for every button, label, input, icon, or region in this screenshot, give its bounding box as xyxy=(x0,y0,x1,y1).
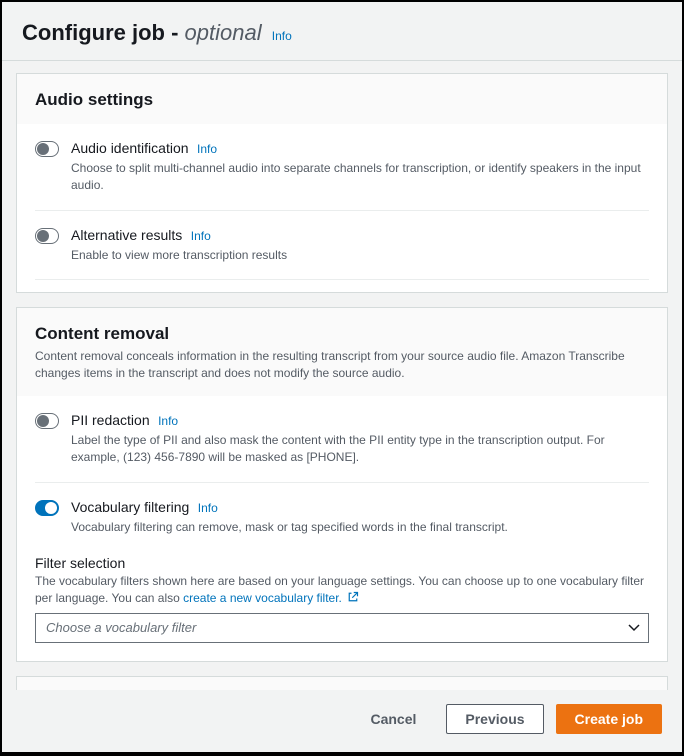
panel-body: PII redaction Info Label the type of PII… xyxy=(17,396,667,661)
info-link[interactable]: Info xyxy=(198,501,218,515)
panel-desc: Content removal conceals information in … xyxy=(35,348,649,382)
cancel-button[interactable]: Cancel xyxy=(352,705,434,733)
toggle-desc: Choose to split multi-channel audio into… xyxy=(71,160,649,194)
pii-redaction-row: PII redaction Info Label the type of PII… xyxy=(35,396,649,482)
customization-panel: Customization Custom vocabulary Info A c… xyxy=(16,676,668,690)
create-vocab-filter-link[interactable]: create a new vocabulary filter. xyxy=(183,591,342,605)
toggle-desc: Vocabulary filtering can remove, mask or… xyxy=(71,519,649,536)
title-prefix: Configure job xyxy=(22,20,165,45)
select-placeholder: Choose a vocabulary filter xyxy=(46,620,196,635)
info-link[interactable]: Info xyxy=(197,142,217,156)
toggle-label: Alternative results xyxy=(71,227,182,243)
title-optional: optional xyxy=(185,20,262,45)
audio-identification-row: Audio identification Info Choose to spli… xyxy=(35,124,649,210)
panel-title: Audio settings xyxy=(35,90,649,110)
header-info-link[interactable]: Info xyxy=(272,29,292,43)
vocabulary-filtering-toggle[interactable] xyxy=(35,500,59,516)
panel-title: Content removal xyxy=(35,324,649,344)
panel-header: Content removal Content removal conceals… xyxy=(17,308,667,396)
toggle-label: Audio identification xyxy=(71,140,189,156)
content-removal-panel: Content removal Content removal conceals… xyxy=(16,307,668,662)
vocabulary-filter-select[interactable]: Choose a vocabulary filter xyxy=(35,613,649,643)
dialog-header: Configure job - optional Info xyxy=(2,2,682,61)
chevron-down-icon xyxy=(628,619,640,637)
audio-identification-toggle[interactable] xyxy=(35,141,59,157)
toggle-desc: Label the type of PII and also mask the … xyxy=(71,432,649,466)
configure-job-dialog: Configure job - optional Info Audio sett… xyxy=(2,2,682,752)
panel-header: Audio settings xyxy=(17,74,667,124)
filter-selection-block: Filter selection The vocabulary filters … xyxy=(35,551,649,661)
toggle-label: Vocabulary filtering xyxy=(71,499,189,515)
pii-redaction-toggle[interactable] xyxy=(35,413,59,429)
external-link-icon xyxy=(347,591,359,603)
toggle-label: PII redaction xyxy=(71,412,150,428)
alternative-results-toggle[interactable] xyxy=(35,228,59,244)
dialog-body: Audio settings Audio identification Info… xyxy=(2,61,682,690)
audio-settings-panel: Audio settings Audio identification Info… xyxy=(16,73,668,293)
vocabulary-filtering-row: Vocabulary filtering Info Vocabulary fil… xyxy=(35,482,649,552)
panel-header: Customization xyxy=(17,677,667,690)
alternative-results-row: Alternative results Info Enable to view … xyxy=(35,210,649,281)
page-title: Configure job - optional xyxy=(22,20,268,45)
toggle-desc: Enable to view more transcription result… xyxy=(71,247,649,264)
field-desc: The vocabulary filters shown here are ba… xyxy=(35,573,649,607)
info-link[interactable]: Info xyxy=(158,414,178,428)
panel-body: Audio identification Info Choose to spli… xyxy=(17,124,667,280)
previous-button[interactable]: Previous xyxy=(446,704,543,734)
create-job-button[interactable]: Create job xyxy=(556,704,662,734)
dialog-footer: Cancel Previous Create job xyxy=(2,690,682,752)
info-link[interactable]: Info xyxy=(191,229,211,243)
field-label: Filter selection xyxy=(35,555,649,571)
